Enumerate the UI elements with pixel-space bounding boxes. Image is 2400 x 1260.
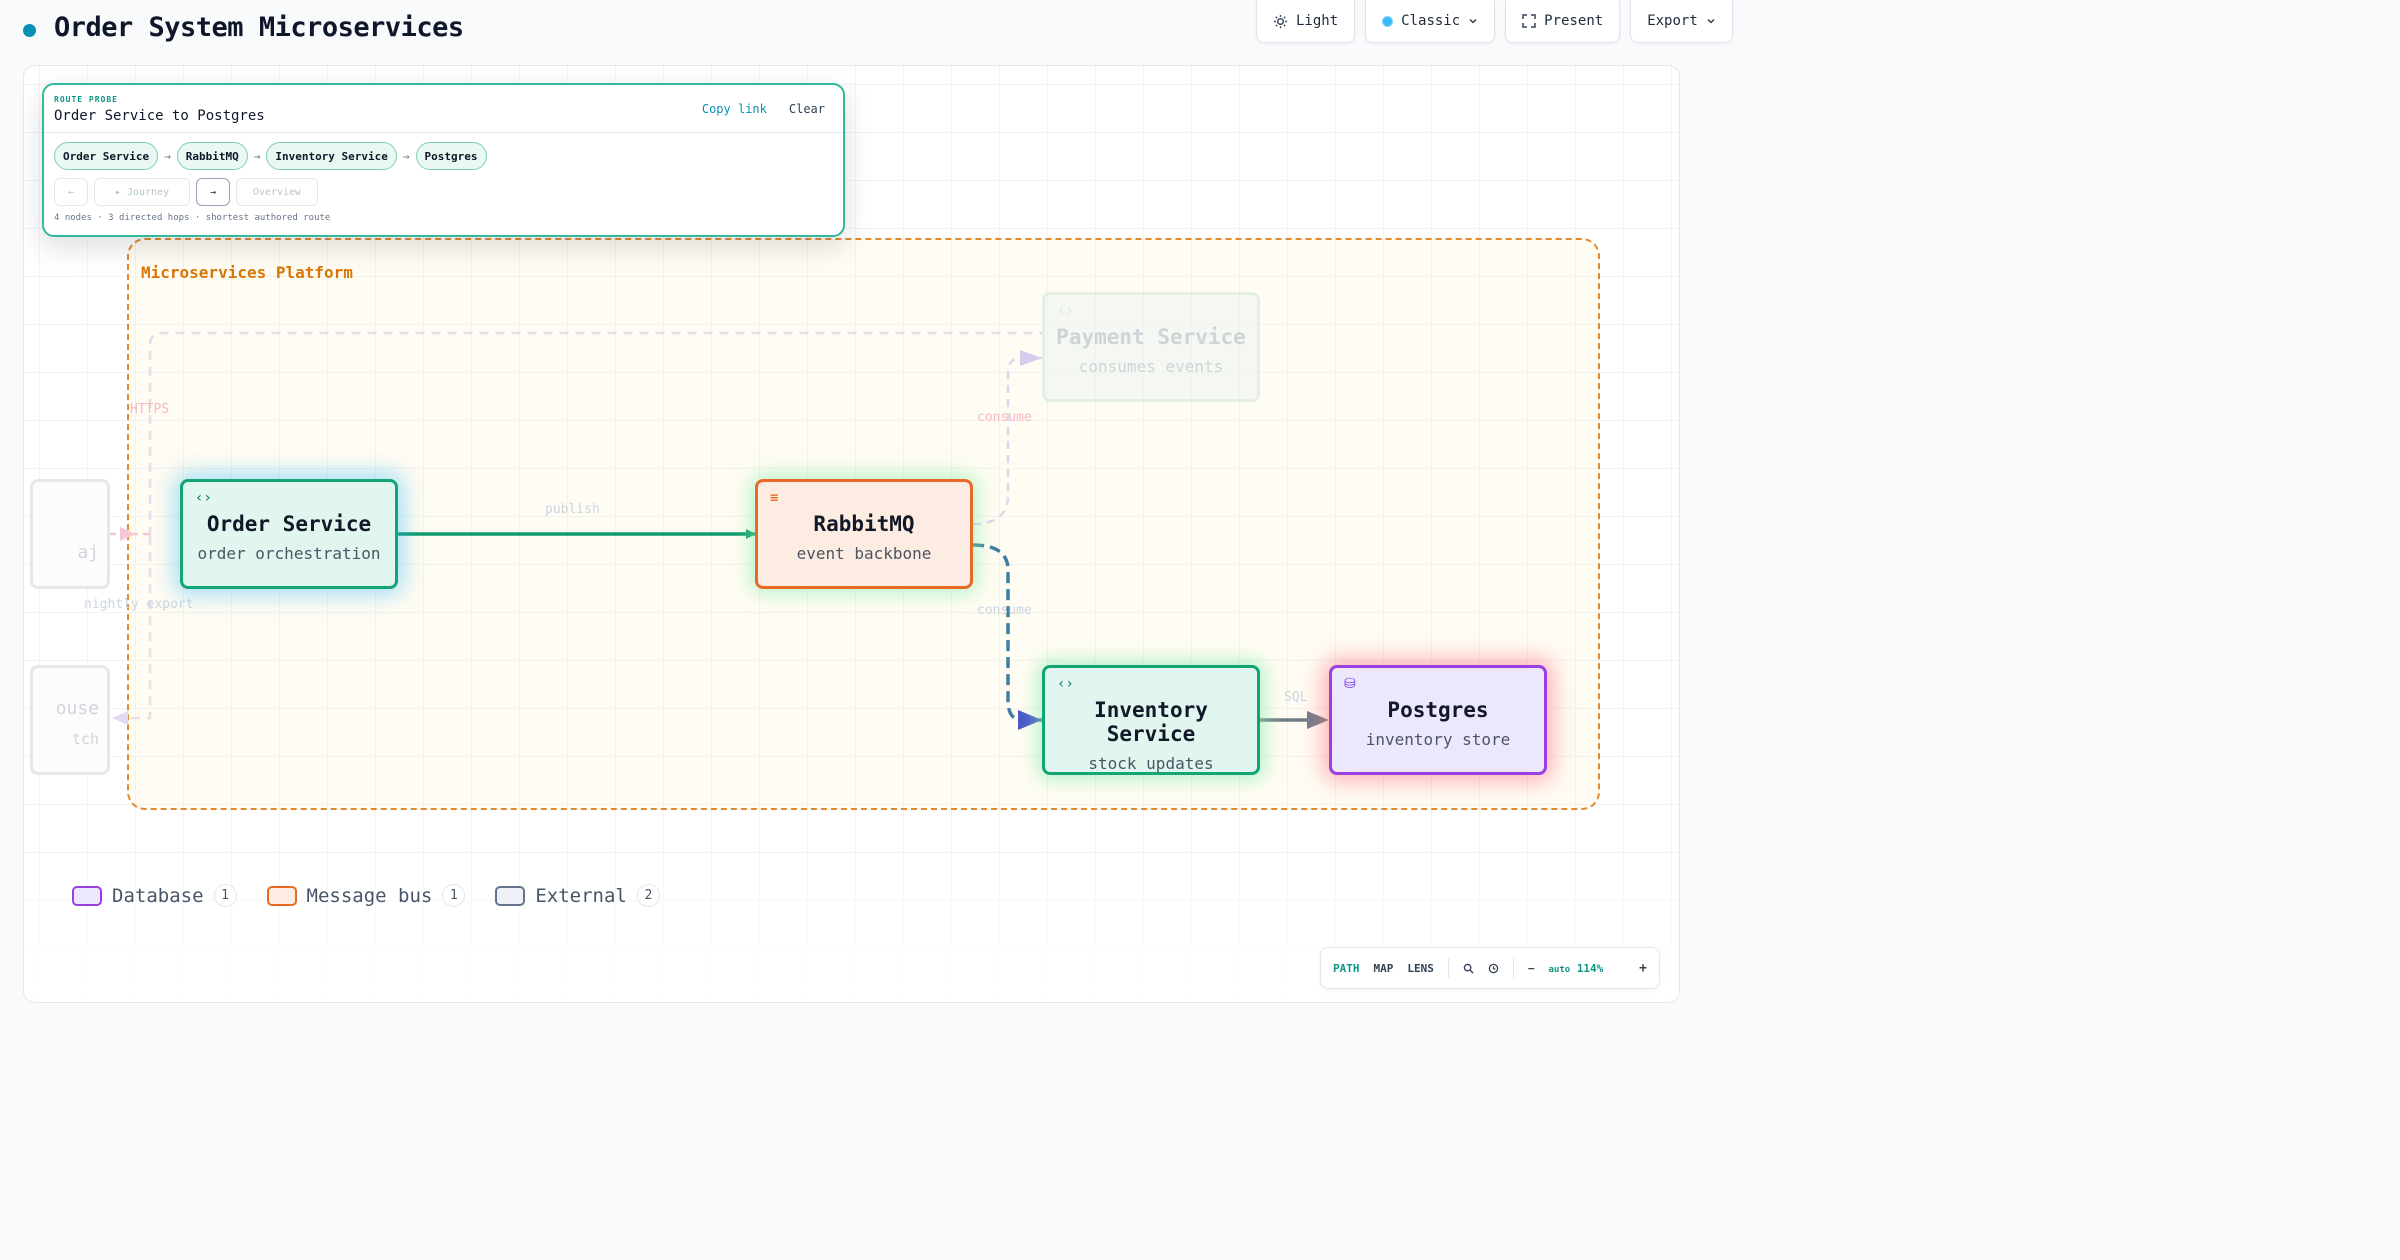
node-postgres[interactable]: ⛁ Postgres inventory store <box>1329 665 1547 775</box>
zoom-value: 114% <box>1576 961 1604 975</box>
next-step-button[interactable]: → <box>196 178 230 206</box>
route-arrow-icon: → <box>164 149 171 163</box>
clear-button[interactable]: Clear <box>789 102 825 116</box>
probe-kicker: ROUTE PROBE <box>54 95 118 104</box>
route-chip-rabbitmq[interactable]: RabbitMQ <box>176 142 248 170</box>
node-title: Order Service <box>206 512 372 536</box>
node-subtitle: consumes events <box>1078 357 1224 376</box>
legend-item-external[interactable]: External 2 <box>495 884 660 907</box>
export-button[interactable]: Export <box>1630 0 1733 43</box>
fullscreen-icon <box>1522 14 1536 28</box>
prev-step-button[interactable]: ← <box>54 178 88 206</box>
edge-label-export: nightly export <box>84 597 194 612</box>
legend-swatch <box>495 885 526 906</box>
ghost-node-title: ouse <box>55 698 99 719</box>
export-label: Export <box>1647 13 1698 29</box>
zoom-mode: auto <box>1548 964 1571 975</box>
route-arrow-icon: → <box>253 149 261 163</box>
probe-footer: 4 nodes · 3 directed hops · shortest aut… <box>54 213 331 223</box>
database-icon: ⛁ <box>1344 676 1356 692</box>
edge-label-consume-top: consume <box>977 410 1032 425</box>
edge-label-consume-bottom: consume <box>977 603 1032 618</box>
zoom-out-button[interactable]: − <box>1528 962 1535 975</box>
legend-item-message-bus[interactable]: Message bus 1 <box>266 884 466 907</box>
theme-label: Light <box>1296 13 1339 29</box>
code-icon: ‹› <box>195 490 212 506</box>
route-arrow-icon: → <box>402 149 410 163</box>
probe-nav: ← ▸ Journey → Overview <box>54 178 318 206</box>
theme-button[interactable]: Light <box>1256 0 1356 43</box>
legend-count: 1 <box>442 884 466 907</box>
edge-label-publish: publish <box>545 502 600 517</box>
view-controls: PATH MAP LENS − auto 114% + <box>1320 947 1660 989</box>
path-mode-button[interactable]: PATH <box>1333 962 1360 975</box>
toolbar: Light Classic Present Export <box>1256 0 1733 43</box>
legend-item-database[interactable]: Database 1 <box>72 884 237 907</box>
route-chip-inventory-service[interactable]: Inventory Service <box>266 142 397 170</box>
route-chip-order-service[interactable]: Order Service <box>54 142 159 170</box>
journey-button[interactable]: ▸ Journey <box>94 178 190 206</box>
node-title: Inventory Service <box>1094 698 1208 746</box>
route-chip-postgres[interactable]: Postgres <box>415 142 487 170</box>
copy-link-button[interactable]: Copy link <box>702 102 767 116</box>
legend-label: Message bus <box>306 884 433 907</box>
style-label: Classic <box>1401 13 1461 29</box>
code-icon: ‹› <box>1057 303 1074 319</box>
node-rabbitmq[interactable]: ≡ RabbitMQ event backbone <box>755 479 973 589</box>
present-button[interactable]: Present <box>1505 0 1621 43</box>
route-probe-panel: ROUTE PROBE Order Service to Postgres Co… <box>42 83 845 237</box>
probe-actions: Copy link Clear <box>702 102 825 116</box>
node-subtitle: inventory store <box>1365 730 1511 749</box>
node-title: Payment Service <box>1056 325 1246 349</box>
sun-icon <box>1273 14 1288 28</box>
node-title: Postgres <box>1387 698 1489 722</box>
node-subtitle: event backbone <box>796 544 932 563</box>
group-label: Microservices Platform <box>141 263 353 282</box>
chevron-down-icon <box>1469 18 1477 24</box>
queue-icon: ≡ <box>770 490 779 506</box>
node-order-service[interactable]: ‹› Order Service order orchestration <box>180 479 398 589</box>
divider <box>1512 958 1514 978</box>
page-title: Order System Microservices <box>54 12 464 43</box>
legend: Database 1 Message bus 1 External 2 <box>72 884 660 907</box>
status-dot <box>23 24 36 37</box>
legend-label: External <box>535 884 627 907</box>
probe-header: ROUTE PROBE Order Service to Postgres Co… <box>44 85 843 133</box>
code-icon: ‹› <box>1057 676 1074 692</box>
ghost-node-left-bottom[interactable]: ouse tch <box>30 665 110 775</box>
divider <box>1447 958 1449 978</box>
ghost-node-left-top[interactable]: aj <box>30 479 110 589</box>
zoom-in-button[interactable]: + <box>1639 961 1647 976</box>
ghost-node-label: aj <box>77 542 99 563</box>
probe-title: Order Service to Postgres <box>54 108 265 124</box>
overview-button[interactable]: Overview <box>236 178 318 206</box>
node-payment-service[interactable]: ‹› Payment Service consumes events <box>1042 292 1260 402</box>
node-subtitle: stock updates <box>1088 754 1214 773</box>
edge-label-sql: SQL <box>1284 690 1308 705</box>
style-select[interactable]: Classic <box>1365 0 1496 43</box>
legend-count: 2 <box>636 884 660 907</box>
node-inventory-service[interactable]: ‹› Inventory Service stock updates <box>1042 665 1260 775</box>
ghost-node-sub: tch <box>71 730 99 748</box>
present-label: Present <box>1544 13 1604 29</box>
map-mode-button[interactable]: MAP <box>1374 962 1394 975</box>
edge-label-https: HTTPS <box>130 402 170 417</box>
lens-mode-button[interactable]: LENS <box>1407 962 1434 975</box>
node-title: RabbitMQ <box>813 512 915 536</box>
route-chips: Order Service → RabbitMQ → Inventory Ser… <box>54 142 487 170</box>
palette-dot-icon <box>1382 15 1394 27</box>
search-icon[interactable] <box>1463 963 1474 974</box>
zoom-readout[interactable]: auto 114% <box>1549 962 1604 975</box>
chevron-down-icon <box>1707 18 1715 24</box>
clock-icon[interactable] <box>1488 963 1499 974</box>
legend-label: Database <box>112 884 204 907</box>
legend-swatch <box>266 885 297 906</box>
legend-count: 1 <box>213 884 237 907</box>
node-subtitle: order orchestration <box>197 544 381 563</box>
legend-swatch <box>72 885 102 906</box>
